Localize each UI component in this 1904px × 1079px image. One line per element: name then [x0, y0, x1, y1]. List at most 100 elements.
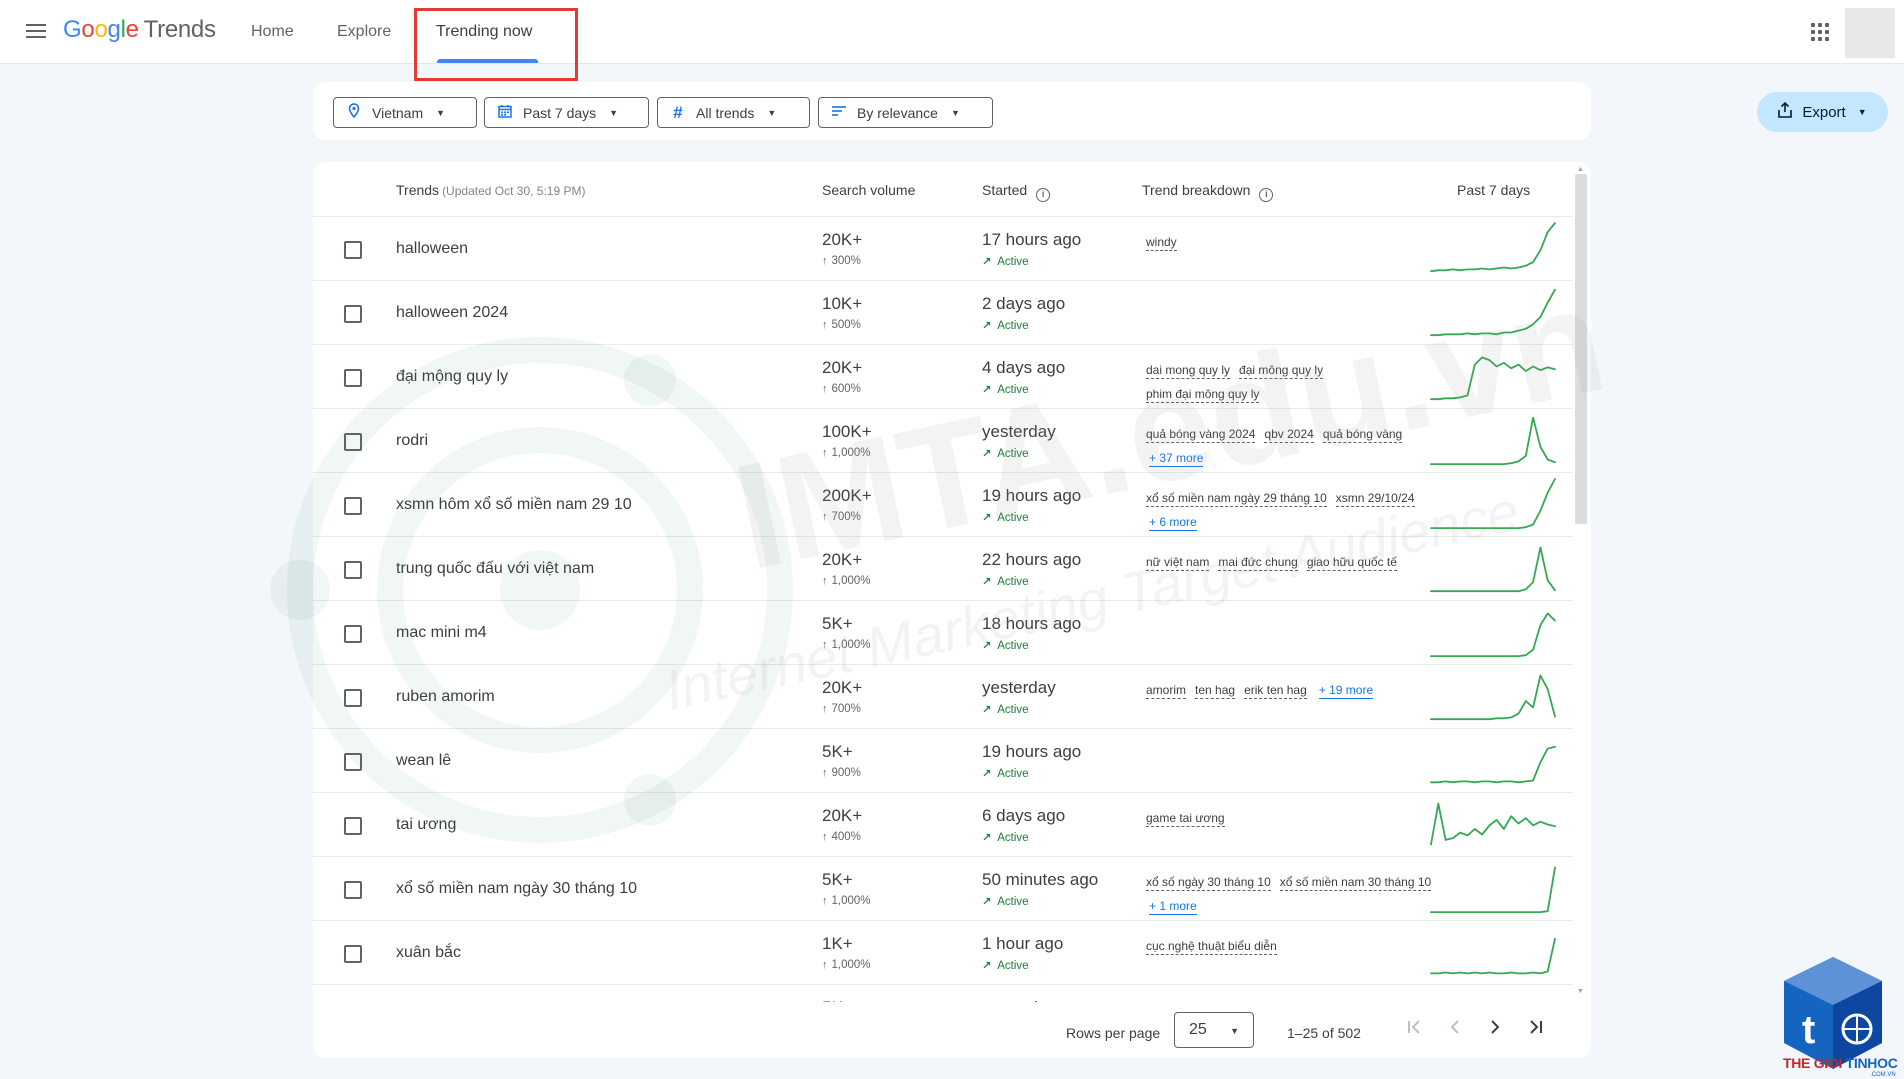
volume-increase: 1,000%	[822, 959, 871, 971]
breakdown-chip[interactable]: erik ten hag	[1244, 683, 1307, 699]
chevron-left-icon[interactable]	[1442, 1016, 1468, 1042]
trend-name[interactable]: wean lê	[396, 752, 451, 770]
apps-grid-icon[interactable]	[1811, 23, 1829, 41]
row-checkbox[interactable]	[344, 497, 362, 515]
breakdown-chip[interactable]: ten hag	[1195, 683, 1236, 699]
export-label: Export	[1802, 103, 1846, 121]
breakdown-chip[interactable]: quả bóng vàng	[1322, 427, 1403, 443]
row-checkbox[interactable]	[344, 241, 362, 259]
logo-letter: g	[107, 16, 121, 43]
trend-name[interactable]: xổ số miền nam ngày 30 tháng 10	[396, 880, 637, 898]
breakdown-chip[interactable]: quả bóng vàng 2024	[1146, 427, 1256, 443]
table-row[interactable]: xsmn hôm xổ số miền nam 29 10 200K+ 700% 19…	[313, 473, 1573, 537]
breakdown-chip[interactable]: phim đại mông quy ly	[1146, 387, 1260, 403]
row-checkbox[interactable]	[344, 753, 362, 771]
chevron-right-icon[interactable]	[1482, 1016, 1508, 1042]
trend-name[interactable]: tai ương	[396, 816, 456, 834]
first-page-icon[interactable]	[1402, 1016, 1428, 1042]
time-filter-button[interactable]: Past 7 days ▼	[484, 97, 649, 128]
trend-name[interactable]: ruben amorim	[396, 688, 495, 706]
google-trends-logo[interactable]: Google Trends	[63, 16, 216, 44]
breakdown-chip[interactable]: xổ số miền nam ngày 29 tháng 10	[1146, 491, 1327, 507]
row-checkbox[interactable]	[344, 305, 362, 323]
table-row[interactable]: 5K+ yesterday	[313, 985, 1573, 1002]
scroll-down-arrow[interactable]: ▼	[1577, 988, 1584, 995]
row-checkbox[interactable]	[344, 817, 362, 835]
calendar-icon	[497, 104, 513, 122]
rows-per-page-select[interactable]: 25 ▼	[1174, 1012, 1254, 1048]
trend-name[interactable]: đại mộng quy ly	[396, 368, 508, 386]
row-checkbox[interactable]	[344, 945, 362, 963]
trend-name[interactable]: rodri	[396, 432, 428, 450]
trend-name[interactable]: halloween 2024	[396, 304, 508, 322]
search-volume: 5K+	[822, 614, 853, 633]
menu-icon[interactable]	[24, 20, 48, 44]
trend-name[interactable]: xuân bắc	[396, 944, 461, 962]
more-breakdown-link[interactable]: + 6 more	[1149, 515, 1197, 531]
search-volume: 5K+	[822, 998, 853, 1002]
breakdown-chip[interactable]: giao hữu quốc tế	[1306, 555, 1397, 571]
row-checkbox[interactable]	[344, 689, 362, 707]
nav-home[interactable]: Home	[251, 0, 294, 64]
row-checkbox[interactable]	[344, 881, 362, 899]
breakdown-chip[interactable]: mai đức chung	[1218, 555, 1298, 571]
info-icon[interactable]: i	[1259, 188, 1274, 202]
breakdown-chip[interactable]: xổ số ngày 30 tháng 10	[1146, 875, 1271, 891]
trend-name[interactable]: mac mini m4	[396, 624, 487, 642]
breakdown-chip[interactable]: qbv 2024	[1264, 427, 1314, 443]
table-row[interactable]: mac mini m4 5K+ 1,000% 18 hours ago ↗ Active	[313, 601, 1573, 665]
more-breakdown-link[interactable]: + 37 more	[1149, 451, 1204, 467]
row-checkbox[interactable]	[344, 625, 362, 643]
last-page-icon[interactable]	[1522, 1016, 1548, 1042]
sort-filter-button[interactable]: By relevance ▼	[818, 97, 993, 128]
table-row[interactable]: đại mộng quy ly 20K+ 600% 4 days ago ↗ Active…	[313, 345, 1573, 409]
breakdown-chip[interactable]: game tai ương	[1146, 811, 1225, 827]
table-row[interactable]: trung quốc đấu với việt nam 20K+ 1,000% 22 …	[313, 537, 1573, 601]
trend-breakdown: nữ việt nam mai đức chung giao hữu quốc tế	[1146, 550, 1446, 574]
breakdown-chip[interactable]: xổ số miền nam 30 tháng 10	[1279, 875, 1432, 891]
more-breakdown-link[interactable]: + 1 more	[1149, 899, 1197, 915]
breakdown-chip[interactable]: cục nghệ thuật biểu diễn	[1146, 939, 1277, 955]
status-active: ↗ Active	[982, 703, 1029, 716]
info-icon[interactable]: i	[1036, 188, 1051, 202]
breakdown-chip[interactable]: amorim	[1146, 683, 1187, 699]
category-filter-button[interactable]: # All trends ▼	[657, 97, 810, 128]
breakdown-chip[interactable]: windy	[1146, 235, 1177, 251]
header-search-volume[interactable]: Search volume	[822, 182, 915, 198]
table-header: Trends (Updated Oct 30, 5:19 PM) Search v…	[313, 162, 1573, 217]
table-row[interactable]: halloween 20K+ 300% 17 hours ago ↗ Active wind…	[313, 217, 1573, 281]
table-row[interactable]: tai ương 20K+ 400% 6 days ago ↗ Active game ta…	[313, 793, 1573, 857]
trend-breakdown: game tai ương	[1146, 806, 1446, 830]
nav-explore[interactable]: Explore	[337, 0, 391, 64]
volume-increase: 1,000%	[822, 895, 871, 907]
export-button[interactable]: Export ▼	[1757, 92, 1888, 132]
breakdown-chip[interactable]: dai mong quy ly	[1146, 363, 1231, 379]
breakdown-chip[interactable]: đại mông quy ly	[1239, 363, 1324, 379]
trend-name[interactable]: xsmn hôm xổ số miền nam 29 10	[396, 496, 632, 514]
pagination-range: 1–25 of 502	[1287, 1025, 1361, 1041]
header-started[interactable]: Started i	[982, 182, 1051, 202]
table-row[interactable]: rodri 100K+ 1,000% yesterday ↗ Active quả bóng…	[313, 409, 1573, 473]
breakdown-chip[interactable]: nữ việt nam	[1146, 555, 1210, 571]
row-checkbox[interactable]	[344, 369, 362, 387]
trend-name[interactable]: trung quốc đấu với việt nam	[396, 560, 594, 578]
location-filter-button[interactable]: Vietnam ▼	[333, 97, 477, 128]
started-time: 22 hours ago	[982, 550, 1082, 569]
table-row[interactable]: wean lê 5K+ 900% 19 hours ago ↗ Active	[313, 729, 1573, 793]
logo-suffix: Trends	[143, 16, 216, 43]
trend-name[interactable]: halloween	[396, 240, 468, 258]
row-checkbox[interactable]	[344, 433, 362, 451]
more-breakdown-link[interactable]: + 19 more	[1318, 683, 1374, 699]
table-row[interactable]: xổ số miền nam ngày 30 tháng 10 5K+ 1,000%…	[313, 857, 1573, 921]
table-row[interactable]: halloween 2024 10K+ 500% 2 days ago ↗ Active	[313, 281, 1573, 345]
scrollbar-thumb[interactable]	[1575, 174, 1587, 524]
breakdown-chip[interactable]: xsmn 29/10/24	[1335, 491, 1415, 507]
scroll-up-arrow[interactable]: ▲	[1577, 166, 1584, 173]
row-checkbox[interactable]	[344, 561, 362, 579]
logo-letter-t: t	[1802, 1008, 1815, 1052]
table-row[interactable]: xuân bắc 1K+ 1,000% 1 hour ago ↗ Active cục ng…	[313, 921, 1573, 985]
account-avatar[interactable]	[1845, 8, 1895, 58]
table-row[interactable]: ruben amorim 20K+ 700% yesterday ↗ Active amor…	[313, 665, 1573, 729]
sparkline-line	[1430, 866, 1556, 913]
thegioitinhoc-domain: .COM.VN	[1870, 1072, 1896, 1078]
